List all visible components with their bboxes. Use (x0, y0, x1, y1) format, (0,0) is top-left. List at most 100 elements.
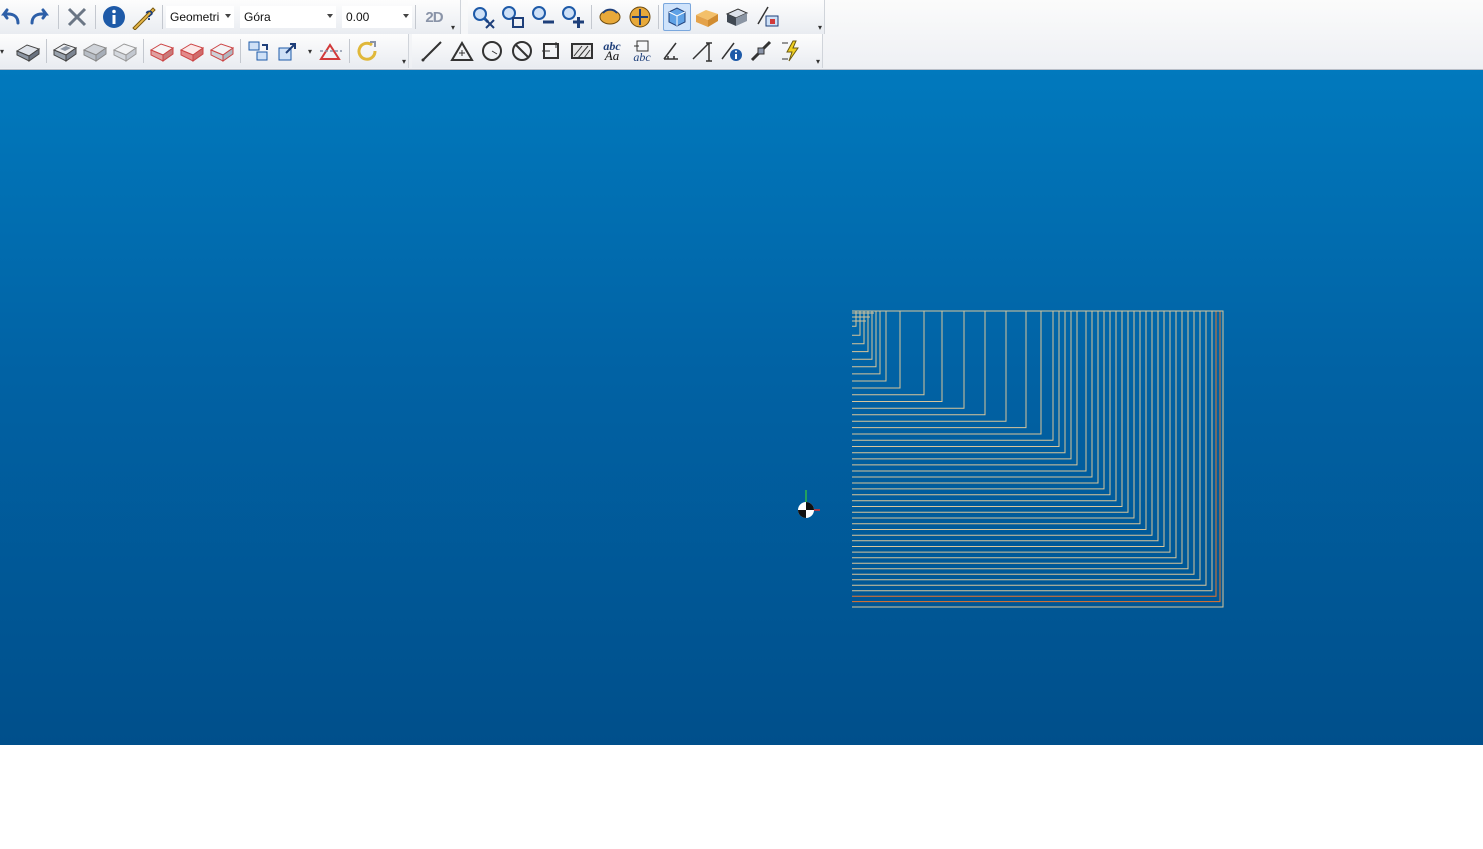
arc-tool-button[interactable] (508, 37, 536, 65)
drawing-canvas[interactable] (0, 70, 1483, 745)
measure-help-button[interactable]: ? (130, 3, 158, 31)
text-tool-button[interactable]: abc Aa (598, 37, 626, 65)
separator (46, 39, 47, 63)
zoom-out-button[interactable] (529, 3, 557, 31)
pan-view-button[interactable] (626, 3, 654, 31)
zoom-fit-button[interactable] (469, 3, 497, 31)
contour-line[interactable] (852, 310, 1183, 564)
depth-combo-value: 0.00 (346, 10, 370, 24)
contour-line[interactable] (852, 310, 1060, 447)
text-on-path-button[interactable]: abc (628, 37, 656, 65)
line-tool-button[interactable] (418, 37, 446, 65)
pocket-button[interactable] (51, 37, 79, 65)
line-icon (421, 41, 442, 62)
origin-marker-icon (798, 490, 820, 518)
contour-line[interactable] (852, 310, 1117, 502)
regenerate-button[interactable] (354, 37, 382, 65)
contour-line[interactable] (852, 310, 1129, 513)
mode-2d-button[interactable]: 2D (420, 3, 448, 31)
polyline-tool-button[interactable] (448, 37, 476, 65)
transform-button[interactable] (245, 37, 273, 65)
graphics-viewport[interactable] (0, 70, 1483, 745)
engrave-button[interactable] (111, 37, 139, 65)
layers-view-button[interactable] (753, 3, 781, 31)
hatch-tool-button[interactable] (568, 37, 596, 65)
contour-line[interactable] (852, 310, 1217, 597)
toolbar-grip[interactable]: ▾ (400, 34, 408, 68)
connect-icon (750, 40, 772, 62)
mirror-button[interactable] (317, 37, 345, 65)
dimension-tool-button[interactable] (658, 37, 686, 65)
drill-icon (149, 43, 175, 62)
contour-line[interactable] (852, 310, 865, 345)
toolbar-grip[interactable]: ▾ (816, 0, 824, 34)
snap-button[interactable] (778, 37, 806, 65)
slot-button[interactable] (178, 37, 206, 65)
mode-combo[interactable]: Geometri (166, 6, 234, 28)
contour-line[interactable] (852, 310, 925, 396)
contour-line[interactable] (852, 310, 1153, 536)
toolbar-grip[interactable]: ▾ (449, 0, 457, 34)
undo-button[interactable] (0, 3, 24, 31)
array-button[interactable] (275, 37, 303, 65)
profile-button[interactable] (81, 37, 109, 65)
array-dropdown-button[interactable]: ▾ (305, 37, 315, 65)
depth-combo[interactable]: 0.00 (342, 6, 412, 28)
redo-icon (30, 8, 49, 25)
toolbar-standard: ? Geometri Góra 0.00 2D ▾ (0, 0, 461, 34)
contour-line[interactable] (852, 310, 1027, 429)
shaded-view-button[interactable] (663, 3, 691, 31)
nested-rectangles-geometry (852, 310, 1224, 608)
face-button[interactable] (208, 37, 236, 65)
delete-x-icon (67, 7, 87, 27)
delete-button[interactable] (63, 3, 91, 31)
contour-line[interactable] (852, 310, 1099, 484)
redo-button[interactable] (26, 3, 54, 31)
zoom-window-button[interactable] (499, 3, 527, 31)
zoom-in-icon (562, 6, 584, 28)
polyline-icon (450, 41, 474, 61)
hatch-icon (571, 43, 593, 59)
machine-icon (725, 8, 749, 26)
toolbar-view: ▾ (468, 0, 825, 34)
ruler-question-icon: ? (132, 7, 156, 30)
vertical-dimension-button[interactable] (688, 37, 716, 65)
separator (415, 5, 416, 29)
chevron-down-icon (403, 14, 409, 18)
tool-library-button[interactable] (14, 37, 42, 65)
dimension-icon (663, 42, 678, 60)
arc-icon (512, 41, 532, 61)
blank-area (0, 745, 1483, 849)
separator (95, 5, 96, 29)
zoom-in-button[interactable] (559, 3, 587, 31)
contour-line[interactable] (852, 310, 1093, 478)
material-view-button[interactable] (693, 3, 721, 31)
chevron-down-icon (225, 14, 231, 18)
toolbar-grip[interactable]: ▾ (814, 34, 822, 68)
circle-tool-button[interactable] (478, 37, 506, 65)
drill-button[interactable] (148, 37, 176, 65)
rotate-view-button[interactable] (596, 3, 624, 31)
contour-line[interactable] (852, 310, 1072, 460)
transform-icon (248, 41, 268, 61)
chevron-down-icon: ▾ (307, 46, 312, 56)
separator (240, 39, 241, 63)
cube-icon (668, 7, 686, 27)
mirror-icon (319, 43, 342, 60)
contour-line[interactable] (852, 310, 1165, 547)
view-combo[interactable]: Góra (240, 6, 336, 28)
rectangle-tool-button[interactable] (538, 37, 566, 65)
rectangle-icon (542, 42, 559, 59)
contour-line[interactable] (852, 310, 1147, 530)
contour-line[interactable] (852, 310, 1105, 490)
info-button[interactable] (100, 3, 128, 31)
measure-info-button[interactable] (718, 37, 746, 65)
connect-button[interactable] (748, 37, 776, 65)
contour-line[interactable] (852, 310, 1141, 525)
tool-dropdown-button[interactable]: ▾ (0, 37, 12, 65)
contour-line[interactable] (852, 310, 1066, 454)
contour-line[interactable] (852, 310, 1007, 422)
machine-view-button[interactable] (723, 3, 751, 31)
circle-icon (482, 41, 502, 61)
contour-line[interactable] (852, 310, 1207, 586)
